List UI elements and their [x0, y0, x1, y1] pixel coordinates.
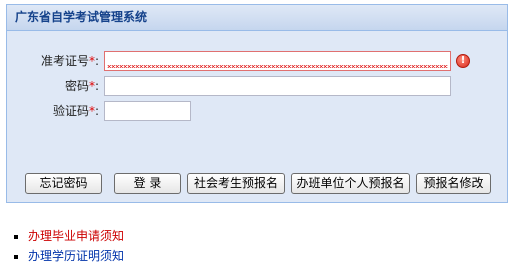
exam-id-row: 准考证号*: !: [7, 51, 477, 71]
list-item: 办理毕业申请须知: [10, 226, 124, 246]
notice-links: 办理毕业申请须知 办理学历证明须知: [10, 226, 124, 266]
unit-prereg-button[interactable]: 办班单位个人预报名: [291, 173, 410, 194]
forgot-password-button[interactable]: 忘记密码: [25, 173, 102, 194]
list-item: 办理学历证明须知: [10, 246, 124, 266]
password-row: 密码*:: [7, 76, 477, 96]
modify-prereg-button[interactable]: 预报名修改: [416, 173, 491, 194]
exam-id-label: 准考证号*:: [40, 54, 99, 68]
login-panel: 广东省自学考试管理系统 准考证号*: ! 密码*: 验证码*: 忘记密码 登 录…: [6, 4, 508, 203]
public-prereg-button[interactable]: 社会考生预报名: [187, 173, 285, 194]
graduation-notice-link[interactable]: 办理毕业申请须知: [28, 229, 124, 243]
panel-title: 广东省自学考试管理系统: [7, 5, 507, 31]
login-button[interactable]: 登 录: [114, 173, 181, 194]
certificate-notice-link[interactable]: 办理学历证明须知: [28, 249, 124, 263]
exam-id-input[interactable]: [104, 51, 451, 71]
password-input[interactable]: [104, 76, 451, 96]
captcha-label: 验证码*:: [52, 104, 99, 118]
password-label: 密码*:: [64, 79, 99, 93]
error-icon: !: [456, 54, 470, 68]
captcha-input[interactable]: [104, 101, 191, 121]
captcha-row: 验证码*:: [7, 101, 477, 121]
